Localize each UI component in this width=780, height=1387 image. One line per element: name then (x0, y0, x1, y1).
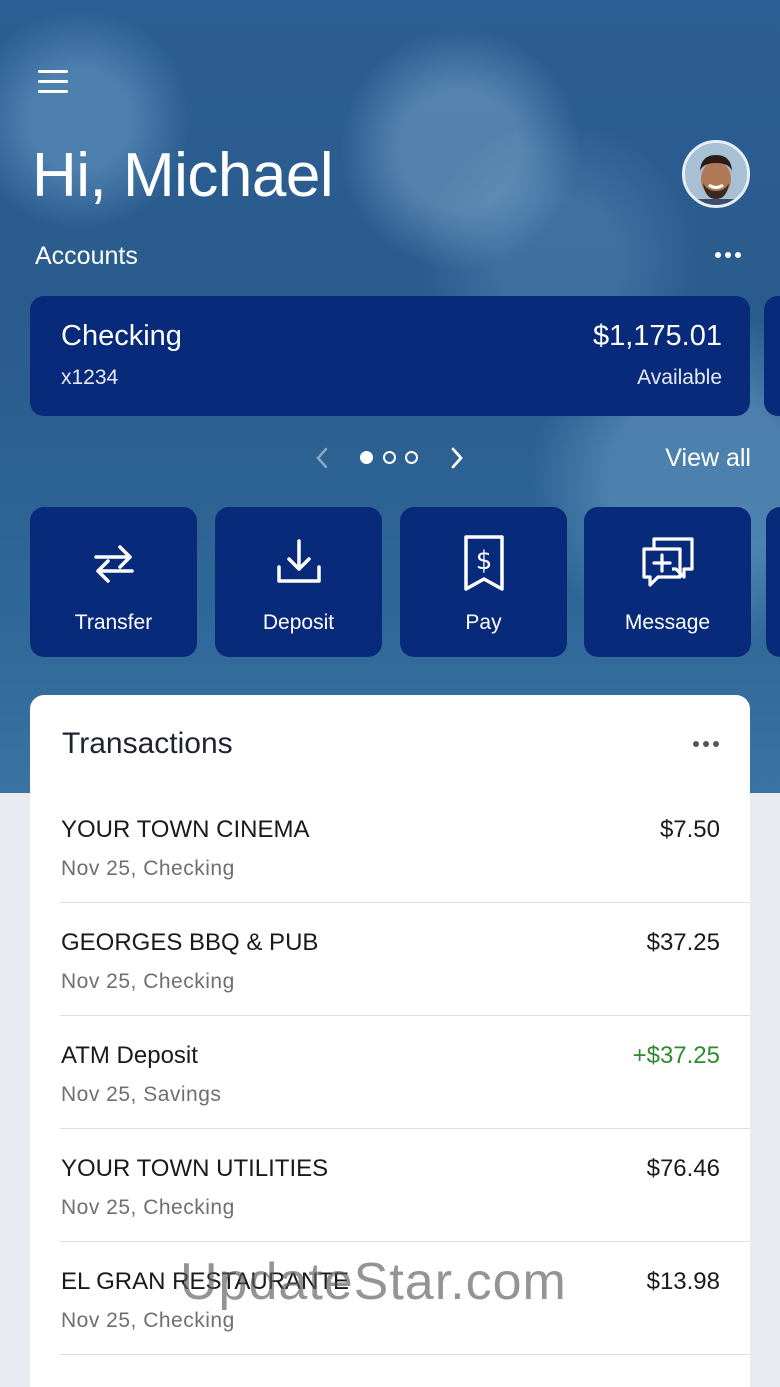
transfer-button[interactable]: Transfer (30, 507, 197, 657)
transaction-row[interactable]: GEORGES BBQ & PUB Nov 25, Checking $37.2… (60, 903, 750, 1016)
greeting-title: Hi, Michael (32, 141, 334, 210)
transaction-date-account: Nov 25, Checking (61, 857, 235, 880)
message-icon (641, 537, 694, 587)
deposit-label: Deposit (262, 611, 335, 634)
chevron-left-icon[interactable] (308, 444, 336, 472)
pay-icon: $ (463, 535, 504, 591)
transaction-row[interactable]: YOUR TOWN CINEMA Nov 25, Checking $7.50 (60, 790, 750, 903)
transaction-amount: $13.98 (646, 1268, 720, 1295)
pay-button[interactable]: $ Pay (400, 507, 567, 657)
account-card-checking[interactable]: Checking x1234 $1,175.01 Available (30, 296, 750, 416)
transaction-date-account: Nov 25, Checking (61, 1196, 235, 1219)
message-label: Message (624, 611, 711, 634)
account-name: Checking (61, 320, 182, 352)
transaction-row[interactable]: YOUR TOWN UTILITIES Nov 25, Checking $76… (60, 1129, 750, 1242)
hamburger-menu-icon[interactable] (38, 70, 68, 94)
transactions-title: Transactions (62, 727, 233, 760)
transfer-icon (93, 545, 134, 583)
next-account-card[interactable] (764, 296, 780, 416)
transaction-amount: $37.25 (646, 929, 720, 956)
pay-label: Pay (465, 611, 502, 634)
transaction-name: YOUR TOWN CINEMA (61, 816, 310, 843)
transactions-card: Transactions YOUR TOWN CINEMA Nov 25, Ch… (30, 695, 750, 1387)
transactions-list: YOUR TOWN CINEMA Nov 25, Checking $7.50 … (60, 790, 750, 1355)
svg-text:$: $ (475, 546, 492, 576)
avatar[interactable] (682, 140, 750, 208)
account-balance-label: Available (637, 366, 722, 389)
transaction-date-account: Nov 25, Checking (61, 1309, 235, 1332)
transaction-name: YOUR TOWN UTILITIES (61, 1155, 329, 1182)
pager-dot-1[interactable] (360, 451, 373, 464)
transaction-row[interactable]: EL GRAN RESTAURANTE Nov 25, Checking $13… (60, 1242, 750, 1355)
transactions-more-icon[interactable] (693, 741, 719, 747)
accounts-section-label: Accounts (35, 242, 138, 270)
transaction-date-account: Nov 25, Checking (61, 970, 235, 993)
transaction-date-account: Nov 25, Savings (61, 1083, 222, 1106)
account-number: x1234 (61, 366, 119, 389)
message-button[interactable]: Message (584, 507, 751, 657)
transaction-amount: $7.50 (659, 816, 720, 843)
deposit-button[interactable]: Deposit (215, 507, 382, 657)
accounts-more-icon[interactable] (715, 252, 741, 258)
transaction-amount: $76.46 (646, 1155, 720, 1182)
transaction-amount-credit: +$37.25 (632, 1042, 720, 1069)
pager-dot-2[interactable] (383, 451, 396, 464)
transaction-name: GEORGES BBQ & PUB (61, 929, 319, 956)
transaction-name: ATM Deposit (61, 1042, 198, 1069)
account-balance: $1,175.01 (592, 320, 722, 352)
pager-dot-3[interactable] (405, 451, 418, 464)
more-actions-peek[interactable] (766, 507, 780, 657)
chevron-right-icon[interactable] (443, 444, 471, 472)
transfer-label: Transfer (74, 611, 153, 634)
transaction-row[interactable]: ATM Deposit Nov 25, Savings +$37.25 (60, 1016, 750, 1129)
transaction-name: EL GRAN RESTAURANTE (61, 1268, 350, 1295)
view-all-link[interactable]: View all (665, 444, 751, 473)
deposit-icon (276, 539, 321, 583)
